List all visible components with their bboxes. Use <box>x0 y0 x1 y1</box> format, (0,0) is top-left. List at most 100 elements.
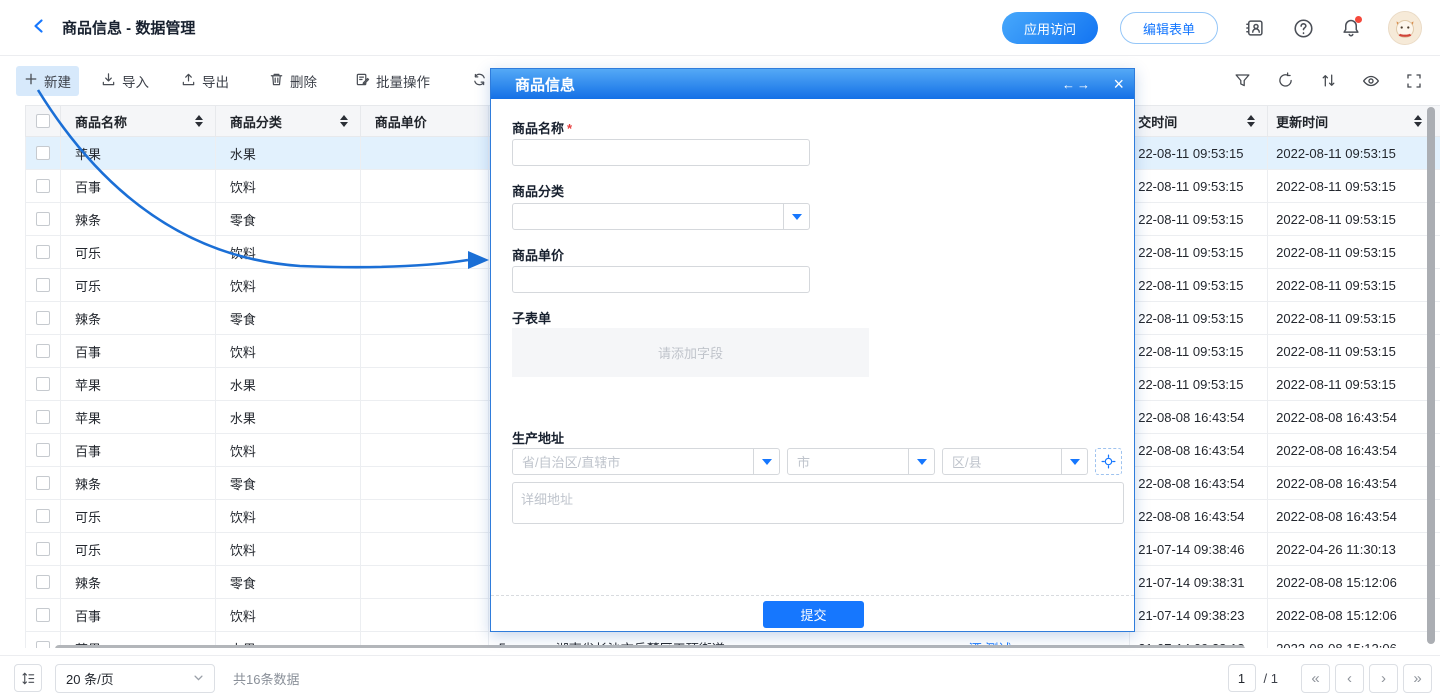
new-record-button[interactable]: 新建 <box>16 66 79 96</box>
cell-product-name: 百事 <box>61 170 216 202</box>
cell-category: 零食 <box>216 566 361 598</box>
row-checkbox[interactable] <box>36 344 50 358</box>
next-page-button[interactable]: › <box>1369 664 1398 693</box>
detail-address-textarea[interactable] <box>512 482 1124 524</box>
edit-document-icon <box>355 72 370 90</box>
column-header-name: 商品名称 <box>75 112 127 131</box>
cell-category: 饮料 <box>216 500 361 532</box>
district-select[interactable]: 区/县 <box>942 448 1088 475</box>
cell-update-time: 2022-08-08 15:12:06 <box>1268 566 1440 598</box>
help-icon[interactable] <box>1292 17 1314 39</box>
first-page-button[interactable]: « <box>1301 664 1330 693</box>
product-name-input[interactable] <box>512 139 810 166</box>
batch-operation-button[interactable]: 批量操作 <box>347 66 438 96</box>
current-page-input[interactable] <box>1228 664 1256 692</box>
cell-product-name: 可乐 <box>61 500 216 532</box>
edit-form-button[interactable]: 编辑表单 <box>1120 12 1218 44</box>
row-checkbox[interactable] <box>36 476 50 490</box>
row-checkbox[interactable] <box>36 509 50 523</box>
cell-update-time: 2022-08-11 09:53:15 <box>1268 269 1440 301</box>
cell-product-name: 苹果 <box>61 137 216 169</box>
fullscreen-icon[interactable] <box>1404 71 1424 91</box>
row-checkbox[interactable] <box>36 245 50 259</box>
row-checkbox[interactable] <box>36 542 50 556</box>
city-select[interactable]: 市 <box>787 448 935 475</box>
expand-icon[interactable]: ←→ <box>1062 77 1092 92</box>
row-height-button[interactable] <box>14 664 42 692</box>
cell-price <box>361 302 489 334</box>
submit-button[interactable]: 提交 <box>763 601 864 628</box>
row-checkbox[interactable] <box>36 575 50 589</box>
back-chevron-icon <box>31 18 47 37</box>
user-avatar[interactable] <box>1388 11 1422 45</box>
back-button[interactable] <box>26 15 52 41</box>
cell-price <box>361 335 489 367</box>
column-header-category: 商品分类 <box>230 112 282 131</box>
import-icon <box>101 72 116 90</box>
cell-submit-time: 22-08-08 16:43:54 <box>1130 434 1268 466</box>
cell-price <box>361 137 489 169</box>
row-checkbox[interactable] <box>36 443 50 457</box>
cell-update-time: 2022-08-11 09:53:15 <box>1268 170 1440 202</box>
page-navigation: / 1 « ‹ › » <box>1228 664 1432 693</box>
cell-product-name: 辣条 <box>61 203 216 235</box>
record-form-modal: 商品信息 ←→ × 商品名称* 商品分类 商品单价 子表单 请添加字段 生产地址… <box>490 68 1135 632</box>
sort-update-icon[interactable] <box>1414 115 1422 127</box>
sort-submit-icon[interactable] <box>1247 115 1255 127</box>
notification-bell-icon[interactable] <box>1340 17 1362 39</box>
product-price-input[interactable] <box>512 266 810 293</box>
page-size-select[interactable]: 20 条/页 <box>55 664 215 693</box>
sort-category-icon[interactable] <box>340 115 348 127</box>
dropdown-caret-icon <box>753 449 779 474</box>
app-root: 商品信息 - 数据管理 应用访问 编辑表单 <box>0 0 1440 700</box>
visibility-eye-icon[interactable] <box>1361 71 1381 91</box>
vertical-scrollbar[interactable] <box>1427 107 1435 644</box>
row-checkbox[interactable] <box>36 377 50 391</box>
row-checkbox[interactable] <box>36 311 50 325</box>
category-select[interactable] <box>512 203 810 230</box>
address-book-icon[interactable] <box>1244 17 1266 39</box>
row-checkbox[interactable] <box>36 146 50 160</box>
required-asterisk: * <box>567 121 572 136</box>
horizontal-scrollbar[interactable] <box>55 645 1245 648</box>
pagination-bar: 20 条/页 共16条数据 / 1 « ‹ › » <box>0 655 1440 700</box>
cell-price <box>361 599 489 631</box>
last-page-button[interactable]: » <box>1403 664 1432 693</box>
row-checkbox[interactable] <box>36 212 50 226</box>
dropdown-caret-icon <box>908 449 934 474</box>
prev-page-button[interactable]: ‹ <box>1335 664 1364 693</box>
import-button[interactable]: 导入 <box>93 66 157 96</box>
row-checkbox[interactable] <box>36 641 50 648</box>
filter-icon[interactable] <box>1232 71 1252 91</box>
export-button[interactable]: 导出 <box>173 66 237 96</box>
close-icon[interactable]: × <box>1113 75 1124 93</box>
top-bar: 商品信息 - 数据管理 应用访问 编辑表单 <box>0 0 1440 56</box>
row-checkbox[interactable] <box>36 278 50 292</box>
refresh-icon[interactable] <box>1275 71 1295 91</box>
delete-button[interactable]: 删除 <box>261 66 325 96</box>
cell-update-time: 2022-08-11 09:53:15 <box>1268 368 1440 400</box>
cell-update-time: 2022-08-11 09:53:15 <box>1268 302 1440 334</box>
row-checkbox[interactable] <box>36 179 50 193</box>
row-checkbox[interactable] <box>36 410 50 424</box>
cell-category: 饮料 <box>216 236 361 268</box>
column-header-price: 商品单价 <box>375 112 427 131</box>
cell-price <box>361 269 489 301</box>
cell-price <box>361 566 489 598</box>
select-all-checkbox[interactable] <box>36 114 50 128</box>
sort-name-icon[interactable] <box>195 115 203 127</box>
cell-product-name: 苹果 <box>61 368 216 400</box>
cell-category: 水果 <box>216 368 361 400</box>
trash-icon <box>269 72 284 90</box>
cell-submit-time: 22-08-08 16:43:54 <box>1130 500 1268 532</box>
app-access-button[interactable]: 应用访问 <box>1002 12 1098 44</box>
field-label-address: 生产地址 <box>512 428 564 447</box>
sort-icon[interactable] <box>1318 71 1338 91</box>
top-bar-actions: 应用访问 编辑表单 <box>1002 0 1422 56</box>
cell-update-time: 2022-08-08 15:12:06 <box>1268 599 1440 631</box>
row-checkbox[interactable] <box>36 608 50 622</box>
cell-product-name: 辣条 <box>61 467 216 499</box>
cell-price <box>361 170 489 202</box>
locate-gps-button[interactable] <box>1095 448 1122 475</box>
province-select[interactable]: 省/自治区/直辖市 <box>512 448 780 475</box>
